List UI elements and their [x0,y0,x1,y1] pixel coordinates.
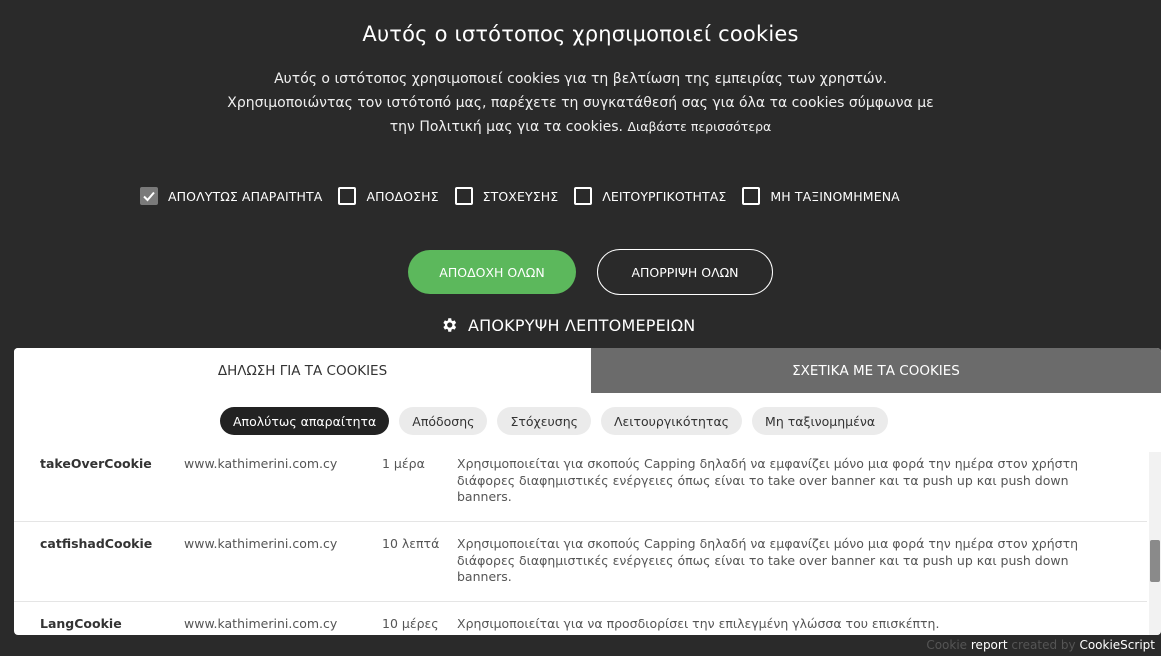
checkbox-targeting[interactable]: ΣΤΟΧΕΥΣΗΣ [454,187,559,205]
category-pill-targeting[interactable]: Στόχευσης [497,407,591,435]
cookie-category-checkboxes: ΑΠΟΛΥΤΩΣ ΑΠΑΡΑΙΤΗΤΑ ΑΠΟΔΟΣΗΣ ΣΤΟΧΕΥΣΗΣ Λ… [140,184,1040,208]
banner-title: Αυτός ο ιστότοπος χρησιμοποιεί cookies [362,22,799,46]
cookie-description: Χρησιμοποιείται για σκοπούς Capping δηλα… [457,536,1079,584]
cookie-expiry: 1 μέρα [382,456,425,471]
checkbox-label: ΑΠΟΛΥΤΩΣ ΑΠΑΡΑΙΤΗΤΑ [168,188,323,204]
accept-all-button[interactable]: ΑΠΟΔΟΧΗ ΟΛΩΝ [408,250,576,294]
credit-report-link[interactable]: report [971,638,1008,652]
reject-all-button[interactable]: ΑΠΟΡΡΙΨΗ ΟΛΩΝ [597,249,773,295]
category-pill-performance[interactable]: Απόδοσης [399,407,488,435]
checkbox-functionality[interactable]: ΛΕΙΤΟΥΡΓΙΚΟΤΗΤΑΣ [574,187,726,205]
table-row: LangCookie www.kathimerini.com.cy 10 μέρ… [14,602,1147,635]
desc-line-3-text: την Πολιτική μας για τα cookies. [389,119,623,135]
banner-description: Αυτός ο ιστότοπος χρησιμοποιεί cookies γ… [150,67,1011,139]
cookie-host: www.kathimerini.com.cy [184,616,338,631]
details-tabs: ΔΗΛΩΣΗ ΓΙΑ ΤΑ COOKIES ΣΧΕΤΙΚΑ ΜΕ ΤΑ COOK… [14,348,1161,393]
checkbox-label: ΣΤΟΧΕΥΣΗΣ [482,188,559,204]
cookie-name: LangCookie [40,616,122,631]
checkbox-performance[interactable]: ΑΠΟΔΟΣΗΣ [338,187,439,205]
checkbox-unclassified[interactable]: ΜΗ ΤΑΞΙΝΟΜΗΜΕΝΑ [742,187,900,205]
cookie-expiry: 10 μέρες [382,616,439,631]
cookie-description: Χρησιμοποιείται για σκοπούς Capping δηλα… [457,456,1079,504]
credit-cookiescript-link[interactable]: CookieScript [1079,638,1155,652]
checkbox-label: ΑΠΟΔΟΣΗΣ [366,188,439,204]
cookie-name: takeOverCookie [40,456,152,471]
category-pill-functionality[interactable]: Λειτουργικότητας [600,407,743,435]
read-more-link[interactable]: Διαβάστε περισσότερα [627,119,771,134]
checkbox-box[interactable] [742,187,761,205]
checkbox-checked-icon[interactable] [140,187,158,205]
table-row: catfishadCookie www.kathimerini.com.cy 1… [14,522,1147,602]
cookie-table: takeOverCookie www.kathimerini.com.cy 1 … [14,452,1147,635]
hide-details-toggle[interactable]: ΑΠΟΚΡΥΨΗ ΛΕΠΤΟΜΕΡΕΙΩΝ [440,313,695,337]
cookie-host: www.kathimerini.com.cy [184,456,338,471]
desc-line-1: Αυτός ο ιστότοπος χρησιμοποιεί cookies γ… [274,71,887,87]
checkbox-box[interactable] [338,187,357,205]
cookie-description: Χρησιμοποιείται για να προσδιορίσει την … [457,616,940,631]
checkbox-label: ΜΗ ΤΑΞΙΝΟΜΗΜΕΝΑ [770,188,900,204]
credit-part-1: Cookie [926,638,968,652]
cookie-expiry: 10 λεπτά [382,536,440,551]
checkbox-box[interactable] [454,187,473,205]
checkbox-strictly-necessary[interactable]: ΑΠΟΛΥΤΩΣ ΑΠΑΡΑΙΤΗΤΑ [140,187,322,205]
scrollbar-thumb[interactable] [1150,540,1160,582]
category-pill-strictly-necessary[interactable]: Απολύτως απαραίτητα [220,407,390,435]
gear-icon [440,316,458,334]
checkbox-label: ΛΕΙΤΟΥΡΓΙΚΟΤΗΤΑΣ [602,188,727,204]
category-pill-unclassified[interactable]: Μη ταξινομημένα [752,407,889,435]
cookie-details-panel: ΔΗΛΩΣΗ ΓΙΑ ΤΑ COOKIES ΣΧΕΤΙΚΑ ΜΕ ΤΑ COOK… [14,348,1161,635]
credit-part-3: created by [1011,638,1076,652]
hide-details-label: ΑΠΟΚΡΥΨΗ ΛΕΠΤΟΜΕΡΕΙΩΝ [468,315,696,335]
category-filter-pills: Απολύτως απαραίτητα Απόδοσης Στόχευσης Λ… [220,407,898,435]
checkbox-box[interactable] [574,187,593,205]
cookiescript-credit: Cookie report created by CookieScript [926,638,1155,652]
table-row: takeOverCookie www.kathimerini.com.cy 1 … [14,452,1147,522]
cookie-host: www.kathimerini.com.cy [184,536,338,551]
tab-about-cookies[interactable]: ΣΧΕΤΙΚΑ ΜΕ ΤΑ COOKIES [591,348,1161,393]
table-scrollbar[interactable] [1149,452,1161,635]
desc-line-3: την Πολιτική μας για τα cookies. Διαβάστ… [150,115,1011,139]
cookie-name: catfishadCookie [40,536,153,551]
tab-cookie-declaration[interactable]: ΔΗΛΩΣΗ ΓΙΑ ΤΑ COOKIES [14,348,591,393]
desc-line-2: Χρησιμοποιώντας τον ιστότοπό μας, παρέχε… [227,95,934,111]
